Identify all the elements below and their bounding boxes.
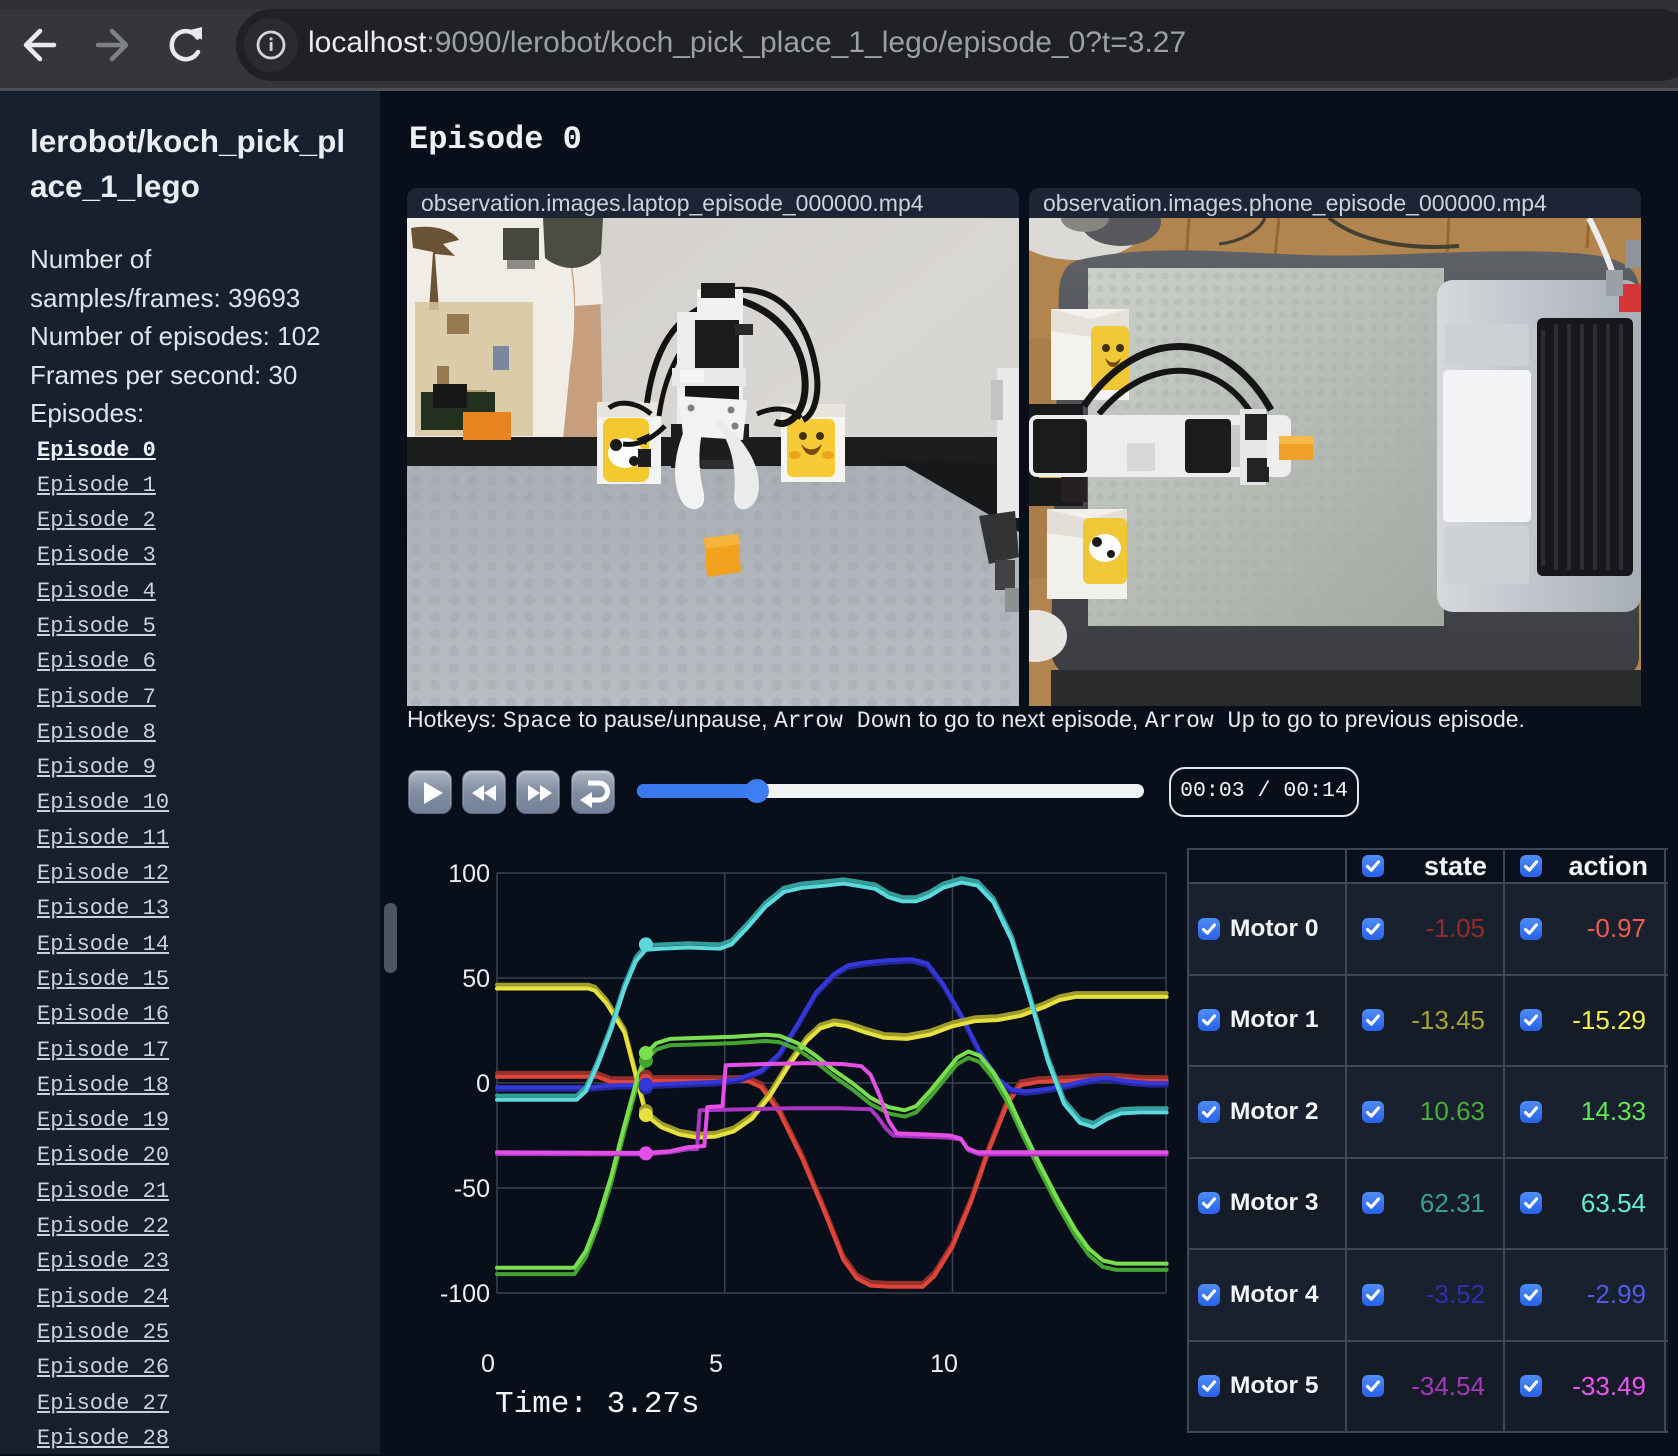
- svg-text:5: 5: [709, 1350, 723, 1378]
- svg-text:10: 10: [930, 1350, 958, 1378]
- svg-text:Time: 3.27s: Time: 3.27s: [495, 1387, 700, 1422]
- svg-text:0: 0: [476, 1070, 490, 1098]
- svg-text:50: 50: [462, 965, 490, 993]
- svg-text:-50: -50: [454, 1175, 490, 1203]
- svg-text:-100: -100: [440, 1280, 490, 1308]
- svg-text:100: 100: [448, 860, 490, 888]
- svg-text:0: 0: [481, 1350, 495, 1378]
